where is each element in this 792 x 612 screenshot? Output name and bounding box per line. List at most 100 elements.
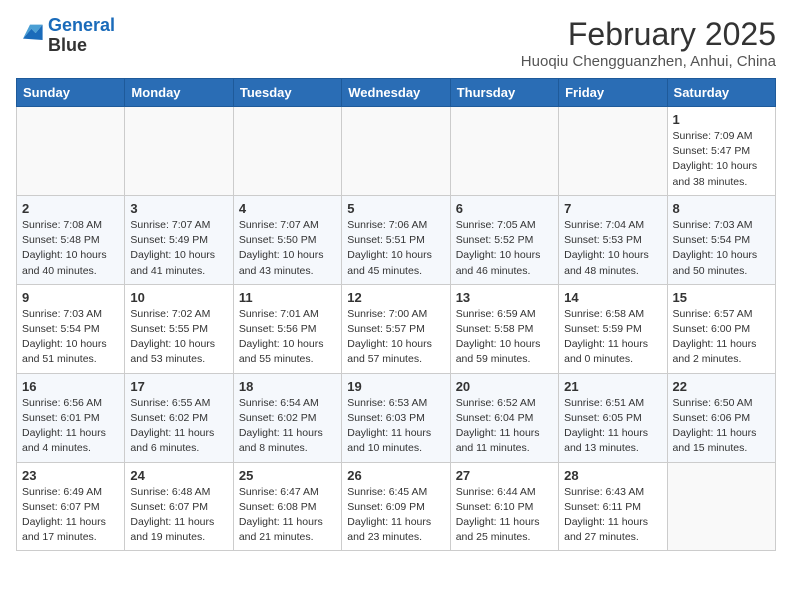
weekday-header-row: SundayMondayTuesdayWednesdayThursdayFrid… bbox=[17, 79, 776, 107]
day-number: 21 bbox=[564, 379, 661, 394]
day-number: 1 bbox=[673, 112, 770, 127]
day-number: 15 bbox=[673, 290, 770, 305]
weekday-header-tuesday: Tuesday bbox=[233, 79, 341, 107]
calendar-cell: 20 Sunrise: 6:52 AM Sunset: 6:04 PM Dayli… bbox=[450, 373, 558, 462]
calendar-week-3: 9Sunrise: 7:03 AM Sunset: 5:54 PM Daylig… bbox=[17, 284, 776, 373]
day-number: 24 bbox=[130, 468, 227, 483]
calendar-cell: 13 Sunrise: 6:59 AM Sunset: 5:58 PM Dayli… bbox=[450, 284, 558, 373]
day-info: Sunrise: 7:04 AM Sunset: 5:53 PM Dayligh… bbox=[564, 218, 661, 279]
calendar-cell: 18Sunrise: 6:54 AM Sunset: 6:02 PM Dayli… bbox=[233, 373, 341, 462]
day-number: 4 bbox=[239, 201, 336, 216]
calendar-cell: 28 Sunrise: 6:43 AM Sunset: 6:11 PM Dayli… bbox=[559, 462, 667, 551]
calendar-cell: 7 Sunrise: 7:04 AM Sunset: 5:53 PM Daylig… bbox=[559, 195, 667, 284]
day-info: Sunrise: 6:49 AM Sunset: 6:07 PM Dayligh… bbox=[22, 485, 119, 546]
day-info: Sunrise: 7:05 AM Sunset: 5:52 PM Dayligh… bbox=[456, 218, 553, 279]
calendar-week-2: 2 Sunrise: 7:08 AM Sunset: 5:48 PM Daylig… bbox=[17, 195, 776, 284]
calendar-cell: 19 Sunrise: 6:53 AM Sunset: 6:03 PM Dayli… bbox=[342, 373, 450, 462]
day-info: Sunrise: 7:07 AM Sunset: 5:50 PM Dayligh… bbox=[239, 218, 336, 279]
day-number: 11 bbox=[239, 290, 336, 305]
calendar-cell: 21 Sunrise: 6:51 AM Sunset: 6:05 PM Dayli… bbox=[559, 373, 667, 462]
day-info: Sunrise: 6:54 AM Sunset: 6:02 PM Dayligh… bbox=[239, 396, 336, 457]
day-info: Sunrise: 7:00 AM Sunset: 5:57 PM Dayligh… bbox=[347, 307, 444, 368]
day-number: 10 bbox=[130, 290, 227, 305]
calendar-cell bbox=[233, 107, 341, 196]
day-info: Sunrise: 6:50 AM Sunset: 6:06 PM Dayligh… bbox=[673, 396, 770, 457]
day-number: 14 bbox=[564, 290, 661, 305]
day-number: 19 bbox=[347, 379, 444, 394]
day-info: Sunrise: 6:53 AM Sunset: 6:03 PM Dayligh… bbox=[347, 396, 444, 457]
day-info: Sunrise: 6:58 AM Sunset: 5:59 PM Dayligh… bbox=[564, 307, 661, 368]
calendar-cell: 14 Sunrise: 6:58 AM Sunset: 5:59 PM Dayli… bbox=[559, 284, 667, 373]
calendar-cell: 8 Sunrise: 7:03 AM Sunset: 5:54 PM Daylig… bbox=[667, 195, 775, 284]
day-info: Sunrise: 7:08 AM Sunset: 5:48 PM Dayligh… bbox=[22, 218, 119, 279]
calendar-cell: 10 Sunrise: 7:02 AM Sunset: 5:55 PM Dayli… bbox=[125, 284, 233, 373]
day-number: 20 bbox=[456, 379, 553, 394]
day-number: 22 bbox=[673, 379, 770, 394]
day-number: 8 bbox=[673, 201, 770, 216]
day-number: 5 bbox=[347, 201, 444, 216]
calendar-cell: 15 Sunrise: 6:57 AM Sunset: 6:00 PM Dayli… bbox=[667, 284, 775, 373]
day-number: 12 bbox=[347, 290, 444, 305]
day-number: 16 bbox=[22, 379, 119, 394]
day-number: 13 bbox=[456, 290, 553, 305]
location-title: Huoqiu Chengguanzhen, Anhui, China bbox=[521, 53, 776, 70]
day-number: 23 bbox=[22, 468, 119, 483]
day-info: Sunrise: 6:45 AM Sunset: 6:09 PM Dayligh… bbox=[347, 485, 444, 546]
day-info: Sunrise: 7:06 AM Sunset: 5:51 PM Dayligh… bbox=[347, 218, 444, 279]
page-header: General Blue February 2025 Huoqiu Chengg… bbox=[16, 16, 776, 70]
day-number: 2 bbox=[22, 201, 119, 216]
day-info: Sunrise: 6:59 AM Sunset: 5:58 PM Dayligh… bbox=[456, 307, 553, 368]
calendar-cell bbox=[559, 107, 667, 196]
day-number: 7 bbox=[564, 201, 661, 216]
day-info: Sunrise: 6:56 AM Sunset: 6:01 PM Dayligh… bbox=[22, 396, 119, 457]
weekday-header-saturday: Saturday bbox=[667, 79, 775, 107]
day-info: Sunrise: 6:43 AM Sunset: 6:11 PM Dayligh… bbox=[564, 485, 661, 546]
calendar-week-5: 23 Sunrise: 6:49 AM Sunset: 6:07 PM Dayli… bbox=[17, 462, 776, 551]
month-title: February 2025 bbox=[521, 16, 776, 53]
day-info: Sunrise: 6:44 AM Sunset: 6:10 PM Dayligh… bbox=[456, 485, 553, 546]
day-info: Sunrise: 7:01 AM Sunset: 5:56 PM Dayligh… bbox=[239, 307, 336, 368]
calendar-cell bbox=[342, 107, 450, 196]
day-number: 25 bbox=[239, 468, 336, 483]
calendar-cell bbox=[125, 107, 233, 196]
calendar-cell: 3 Sunrise: 7:07 AM Sunset: 5:49 PM Daylig… bbox=[125, 195, 233, 284]
title-block: February 2025 Huoqiu Chengguanzhen, Anhu… bbox=[521, 16, 776, 70]
calendar-cell: 26 Sunrise: 6:45 AM Sunset: 6:09 PM Dayli… bbox=[342, 462, 450, 551]
weekday-header-wednesday: Wednesday bbox=[342, 79, 450, 107]
calendar-cell: 16 Sunrise: 6:56 AM Sunset: 6:01 PM Dayli… bbox=[17, 373, 125, 462]
day-number: 28 bbox=[564, 468, 661, 483]
calendar-cell bbox=[667, 462, 775, 551]
calendar-cell bbox=[17, 107, 125, 196]
day-number: 27 bbox=[456, 468, 553, 483]
calendar-cell: 5 Sunrise: 7:06 AM Sunset: 5:51 PM Daylig… bbox=[342, 195, 450, 284]
calendar-cell: 24Sunrise: 6:48 AM Sunset: 6:07 PM Dayli… bbox=[125, 462, 233, 551]
day-number: 3 bbox=[130, 201, 227, 216]
calendar-cell: 27 Sunrise: 6:44 AM Sunset: 6:10 PM Dayli… bbox=[450, 462, 558, 551]
day-info: Sunrise: 7:03 AM Sunset: 5:54 PM Dayligh… bbox=[22, 307, 119, 368]
day-info: Sunrise: 6:55 AM Sunset: 6:02 PM Dayligh… bbox=[130, 396, 227, 457]
calendar-cell: 12 Sunrise: 7:00 AM Sunset: 5:57 PM Dayli… bbox=[342, 284, 450, 373]
day-info: Sunrise: 6:51 AM Sunset: 6:05 PM Dayligh… bbox=[564, 396, 661, 457]
day-info: Sunrise: 7:07 AM Sunset: 5:49 PM Dayligh… bbox=[130, 218, 227, 279]
day-info: Sunrise: 7:02 AM Sunset: 5:55 PM Dayligh… bbox=[130, 307, 227, 368]
logo-icon bbox=[16, 19, 44, 47]
weekday-header-thursday: Thursday bbox=[450, 79, 558, 107]
weekday-header-monday: Monday bbox=[125, 79, 233, 107]
day-number: 26 bbox=[347, 468, 444, 483]
day-info: Sunrise: 6:52 AM Sunset: 6:04 PM Dayligh… bbox=[456, 396, 553, 457]
logo: General Blue bbox=[16, 16, 115, 56]
calendar-cell: 9Sunrise: 7:03 AM Sunset: 5:54 PM Daylig… bbox=[17, 284, 125, 373]
calendar-cell: 11 Sunrise: 7:01 AM Sunset: 5:56 PM Dayli… bbox=[233, 284, 341, 373]
day-number: 17 bbox=[130, 379, 227, 394]
day-info: Sunrise: 6:57 AM Sunset: 6:00 PM Dayligh… bbox=[673, 307, 770, 368]
weekday-header-friday: Friday bbox=[559, 79, 667, 107]
calendar-cell: 1 Sunrise: 7:09 AM Sunset: 5:47 PM Daylig… bbox=[667, 107, 775, 196]
calendar-table: SundayMondayTuesdayWednesdayThursdayFrid… bbox=[16, 78, 776, 551]
calendar-cell: 22 Sunrise: 6:50 AM Sunset: 6:06 PM Dayli… bbox=[667, 373, 775, 462]
weekday-header-sunday: Sunday bbox=[17, 79, 125, 107]
calendar-week-4: 16 Sunrise: 6:56 AM Sunset: 6:01 PM Dayli… bbox=[17, 373, 776, 462]
day-info: Sunrise: 7:03 AM Sunset: 5:54 PM Dayligh… bbox=[673, 218, 770, 279]
calendar-cell bbox=[450, 107, 558, 196]
day-number: 6 bbox=[456, 201, 553, 216]
day-info: Sunrise: 7:09 AM Sunset: 5:47 PM Dayligh… bbox=[673, 129, 770, 190]
